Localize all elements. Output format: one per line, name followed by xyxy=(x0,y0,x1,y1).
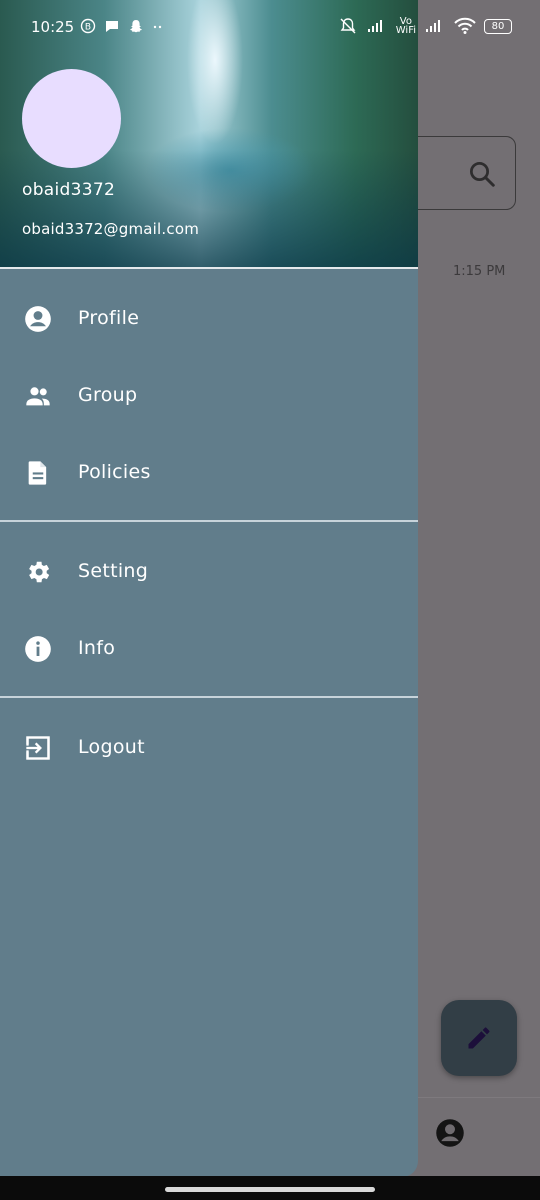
b-badge-icon: B xyxy=(80,18,96,34)
vowifi-indicator: Vo WiFi xyxy=(395,16,416,36)
system-icons: Vo WiFi 80 xyxy=(338,16,512,36)
profile-tab-icon[interactable] xyxy=(435,1118,465,1148)
menu-divider xyxy=(0,520,418,522)
pencil-icon xyxy=(468,1027,490,1049)
drawer-item-label: Logout xyxy=(78,736,145,758)
drawer-item-label: Setting xyxy=(78,560,149,582)
drawer-item-setting[interactable]: Setting xyxy=(0,536,418,606)
status-bar: 10:25 B Vo WiFi 80 xyxy=(0,0,540,56)
chat-bubble-icon xyxy=(106,21,118,32)
drawer-item-label: Info xyxy=(78,637,116,659)
header-divider xyxy=(0,267,418,269)
signal-icon xyxy=(367,20,382,32)
snapchat-icon xyxy=(130,20,142,33)
svg-text:B: B xyxy=(85,22,91,32)
battery-indicator: 80 xyxy=(484,18,512,34)
group-icon xyxy=(26,387,50,406)
drawer-item-label: Profile xyxy=(78,307,140,329)
more-notifications-icon xyxy=(153,25,162,29)
logout-icon xyxy=(25,736,50,760)
user-name: obaid3372 xyxy=(22,180,116,200)
document-icon xyxy=(28,461,47,485)
signal-2-icon xyxy=(426,20,440,32)
home-indicator[interactable] xyxy=(165,1187,375,1192)
drawer-item-policies[interactable]: Policies xyxy=(0,437,418,507)
compose-button[interactable] xyxy=(441,1000,517,1076)
bottom-divider xyxy=(418,1097,540,1098)
search-icon[interactable] xyxy=(467,159,497,189)
drawer-item-logout[interactable]: Logout xyxy=(0,712,418,782)
header-overlay xyxy=(0,150,418,267)
avatar[interactable] xyxy=(22,69,121,168)
account-circle-icon xyxy=(25,306,51,332)
navigation-drawer: obaid3372 obaid3372@gmail.com Profile Gr… xyxy=(0,0,418,1177)
drawer-item-profile[interactable]: Profile xyxy=(0,283,418,353)
message-time: 1:15 PM xyxy=(453,264,506,279)
info-icon xyxy=(25,636,51,662)
wifi-icon xyxy=(454,17,476,34)
drawer-item-info[interactable]: Info xyxy=(0,613,418,683)
status-time: 10:25 xyxy=(31,18,75,36)
user-email: obaid3372@gmail.com xyxy=(22,220,200,238)
drawer-item-group[interactable]: Group xyxy=(0,360,418,430)
drawer-item-label: Group xyxy=(78,384,138,406)
drawer-item-label: Policies xyxy=(78,461,151,483)
gear-icon xyxy=(29,561,50,583)
notification-icons: B xyxy=(80,18,168,34)
silent-bell-icon xyxy=(340,18,356,34)
menu-divider xyxy=(0,696,418,698)
